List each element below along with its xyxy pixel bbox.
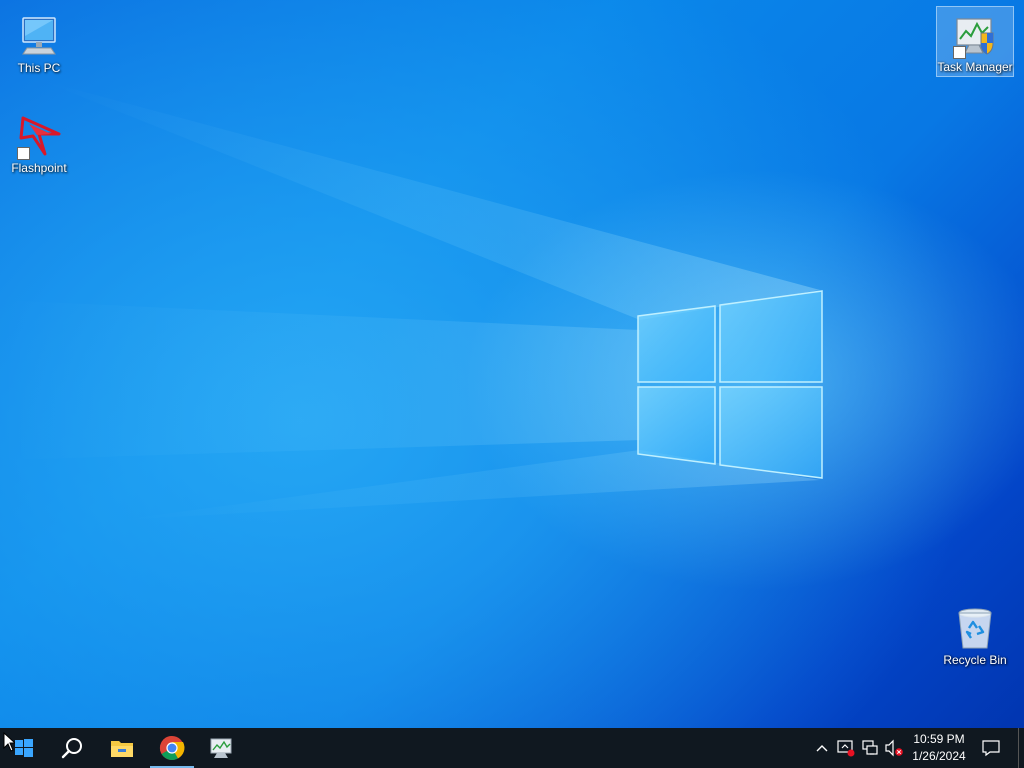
wallpaper-beams (0, 80, 820, 520)
tray-volume[interactable] (884, 738, 904, 758)
tray-chevron[interactable] (812, 738, 832, 758)
volume-muted-icon (885, 739, 903, 757)
computer-icon (15, 12, 63, 60)
desktop-icon-label: Task Manager (937, 60, 1013, 74)
search-button[interactable] (48, 728, 96, 768)
windows-start-icon (15, 739, 33, 757)
tray-security[interactable] (836, 738, 856, 758)
taskbar: 10:59 PM 1/26/2024 (0, 728, 1024, 768)
taskbar-task-manager[interactable] (198, 728, 246, 768)
desktop-icon-task-manager[interactable]: Task Manager (936, 6, 1014, 77)
desktop-icon-label: This PC (17, 61, 61, 75)
desktop-icon-recycle-bin[interactable]: Recycle Bin (936, 600, 1014, 669)
chevron-up-icon (816, 745, 828, 752)
task-manager-icon (951, 11, 999, 59)
desktop-icon-flashpoint[interactable]: Flashpoint (0, 108, 78, 177)
clock-date: 1/26/2024 (912, 749, 966, 763)
chrome-icon (159, 736, 185, 761)
clock-time: 10:59 PM (913, 732, 965, 746)
security-icon (837, 740, 855, 757)
shortcut-arrow-icon (953, 46, 966, 59)
folder-icon (111, 741, 133, 757)
taskbar-file-explorer[interactable] (98, 728, 146, 768)
desktop-icon-this-pc[interactable]: This PC (0, 8, 78, 77)
mouse-cursor (3, 732, 15, 752)
search-icon (61, 738, 82, 759)
show-desktop-button[interactable] (1018, 728, 1024, 768)
clock[interactable]: 10:59 PM 1/26/2024 (902, 731, 976, 765)
desktop-icon-label: Flashpoint (11, 161, 67, 175)
recycle-bin-icon (951, 604, 999, 652)
flashpoint-icon (15, 112, 63, 160)
desktop-icon-label: Recycle Bin (943, 653, 1007, 667)
shortcut-arrow-icon (17, 147, 30, 160)
tray-network[interactable] (860, 738, 880, 758)
network-icon (862, 740, 878, 755)
taskbar-chrome[interactable] (148, 728, 196, 768)
task-manager-icon (210, 738, 232, 758)
notification-icon (982, 740, 1000, 757)
wallpaper-windows-logo (637, 290, 823, 479)
desktop[interactable]: This PC Flashpoint Task Manager Recycle … (0, 0, 1024, 728)
action-center-button[interactable] (981, 738, 1001, 758)
